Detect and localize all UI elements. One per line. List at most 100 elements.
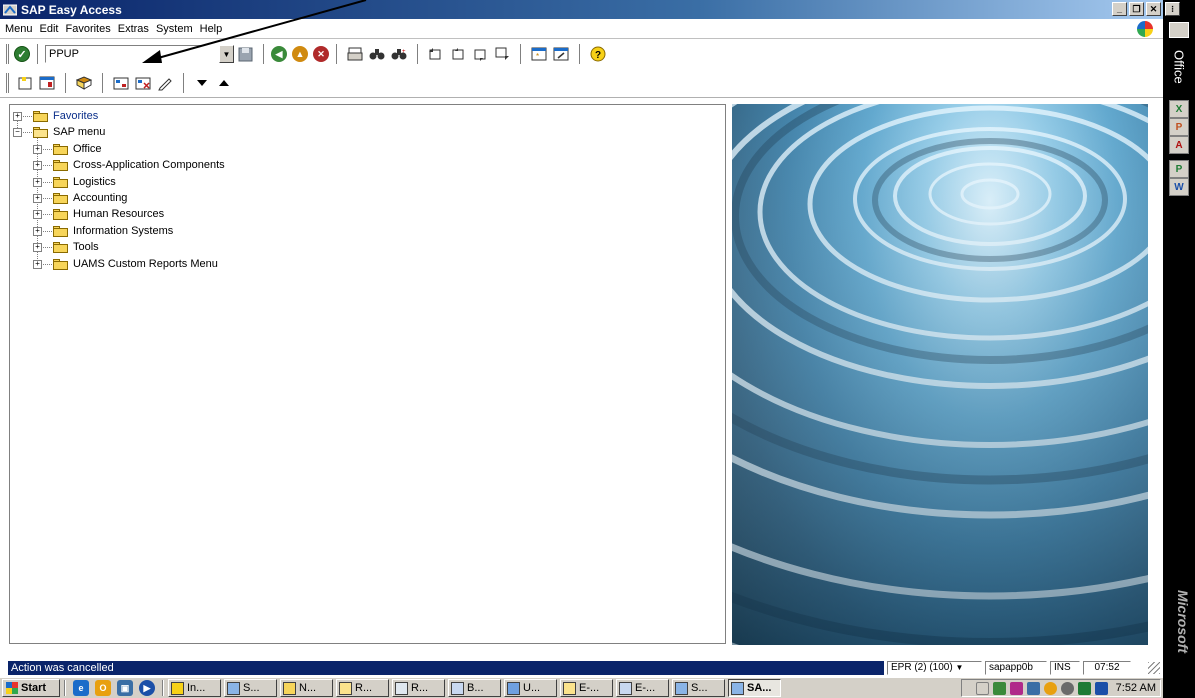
find-next-icon[interactable]: + <box>390 45 408 63</box>
tree-node-cross-application-components[interactable]: + Cross-Application Components <box>33 157 225 173</box>
powerpoint-icon[interactable]: P <box>1169 118 1189 136</box>
taskbar-item[interactable]: N... <box>280 679 333 697</box>
system-info-field[interactable]: EPR (2) (100) ▼ <box>887 661 982 675</box>
expand-icon[interactable]: + <box>33 193 42 203</box>
resize-grip[interactable] <box>1148 662 1160 674</box>
toolbar-grip[interactable] <box>6 72 9 93</box>
taskbar-item[interactable]: S... <box>224 679 277 697</box>
taskbar-item-active[interactable]: SA... <box>728 679 781 697</box>
taskbar-item-label: R... <box>411 682 429 694</box>
status-message[interactable]: Action was cancelled <box>8 661 884 675</box>
close-button[interactable]: ✕ <box>1146 2 1161 16</box>
move-favorite-down-icon[interactable] <box>193 74 211 92</box>
pen-icon[interactable] <box>975 681 989 695</box>
messenger-icon[interactable] <box>1077 681 1091 695</box>
last-page-icon[interactable] <box>493 45 511 63</box>
menu-tree: + Favorites − SAP menu + Office + Cross-… <box>9 104 726 644</box>
menu-help[interactable]: Help <box>198 23 228 35</box>
previous-page-icon[interactable] <box>449 45 467 63</box>
expand-icon[interactable]: + <box>33 209 42 219</box>
expand-icon[interactable]: + <box>33 242 42 252</box>
outlook-icon[interactable]: O <box>95 680 111 696</box>
cancel-icon[interactable]: ✕ <box>313 46 329 62</box>
new-mail-icon[interactable] <box>1094 681 1108 695</box>
tree-node-sap-menu[interactable]: − SAP menu <box>13 124 105 140</box>
tree-node-tools[interactable]: + Tools <box>33 239 99 255</box>
enter-icon[interactable]: ✓ <box>14 46 30 62</box>
access-icon[interactable]: A <box>1169 136 1189 154</box>
tree-node-office[interactable]: + Office <box>33 141 102 157</box>
taskbar-item[interactable]: S... <box>672 679 725 697</box>
taskbar-item[interactable]: R... <box>336 679 389 697</box>
tree-node-accounting[interactable]: + Accounting <box>33 190 127 206</box>
change-favorites-icon[interactable] <box>156 74 174 92</box>
first-page-icon[interactable] <box>427 45 445 63</box>
menu-menu[interactable]: Menu <box>3 23 38 35</box>
menu-favorites[interactable]: Favorites <box>64 23 116 35</box>
word-icon[interactable]: W <box>1169 178 1189 196</box>
expand-icon[interactable]: + <box>33 226 42 236</box>
tree-node-favorites[interactable]: + Favorites <box>13 108 98 124</box>
generate-shortcut-icon[interactable] <box>552 45 570 63</box>
clock-sync-icon[interactable] <box>1060 681 1074 695</box>
exit-icon[interactable]: ▲ <box>292 46 308 62</box>
command-field[interactable] <box>45 45 205 63</box>
print-icon[interactable] <box>346 45 364 63</box>
folder-icon <box>53 143 69 155</box>
office-folder-icon[interactable] <box>1169 22 1189 38</box>
taskbar-item[interactable]: E-... <box>560 679 613 697</box>
next-page-icon[interactable] <box>471 45 489 63</box>
help-icon[interactable]: ? <box>589 45 607 63</box>
add-to-favorites-icon[interactable] <box>112 74 130 92</box>
toolbar-grip[interactable] <box>6 44 9 64</box>
find-icon[interactable] <box>368 45 386 63</box>
excel-icon[interactable]: X <box>1169 100 1189 118</box>
tree-node-uams-custom-reports-menu[interactable]: + UAMS Custom Reports Menu <box>33 256 218 272</box>
desktop-icon[interactable]: ▣ <box>117 680 133 696</box>
internet-explorer-icon[interactable]: e <box>73 680 89 696</box>
sap-logo-icon <box>1137 21 1153 37</box>
collapse-icon[interactable]: − <box>13 127 22 137</box>
move-favorite-up-icon[interactable] <box>215 74 233 92</box>
back-icon[interactable]: ◀ <box>271 46 287 62</box>
chevron-down-icon[interactable]: ▼ <box>955 663 963 672</box>
maximize-button[interactable]: ❐ <box>1129 2 1144 16</box>
tree-node-human-resources[interactable]: + Human Resources <box>33 206 164 222</box>
expand-icon[interactable]: + <box>33 177 42 187</box>
menu-extras[interactable]: Extras <box>116 23 154 35</box>
expand-icon[interactable]: + <box>33 160 42 170</box>
other-menu-icon[interactable] <box>75 74 93 92</box>
expand-icon[interactable]: + <box>33 259 42 269</box>
command-history-dropdown[interactable]: ▼ <box>219 45 234 63</box>
tree-node-label: Logistics <box>73 176 116 188</box>
taskbar-item[interactable]: R... <box>392 679 445 697</box>
delete-favorites-icon[interactable] <box>134 74 152 92</box>
create-session-icon[interactable]: * <box>530 45 548 63</box>
insert-mode-field[interactable]: INS <box>1050 661 1080 675</box>
sap-app-icon <box>2 3 18 16</box>
menu-edit[interactable]: Edit <box>38 23 64 35</box>
minimize-button[interactable]: _ <box>1112 2 1127 16</box>
taskbar-item[interactable]: E-... <box>616 679 669 697</box>
office-bar-menu-button[interactable]: ⁝ <box>1165 2 1180 16</box>
tree-node-logistics[interactable]: + Logistics <box>33 174 116 190</box>
expand-icon[interactable]: + <box>13 111 22 121</box>
outlook-reminder-icon[interactable] <box>1043 681 1057 695</box>
taskbar-item[interactable]: U... <box>504 679 557 697</box>
taskbar-item[interactable]: B... <box>448 679 501 697</box>
publisher-icon[interactable]: P <box>1169 160 1189 178</box>
taskbar-item[interactable]: In... <box>168 679 221 697</box>
save-icon[interactable] <box>236 45 254 63</box>
expand-icon[interactable]: + <box>33 144 42 154</box>
user-menu-icon[interactable] <box>16 74 34 92</box>
sap-menu-icon[interactable] <box>38 74 56 92</box>
sap-logon-icon[interactable] <box>1026 681 1040 695</box>
network-icon[interactable] <box>992 681 1006 695</box>
media-icon[interactable]: ▶ <box>139 680 155 696</box>
tree-node-information-systems[interactable]: + Information Systems <box>33 223 173 239</box>
antivirus-icon[interactable] <box>1009 681 1023 695</box>
start-button[interactable]: Start <box>2 679 60 697</box>
taskbar-item-label: E-... <box>635 682 656 694</box>
title-bar: SAP Easy Access _ ❐ ✕ <box>0 0 1163 19</box>
menu-system[interactable]: System <box>154 23 198 35</box>
